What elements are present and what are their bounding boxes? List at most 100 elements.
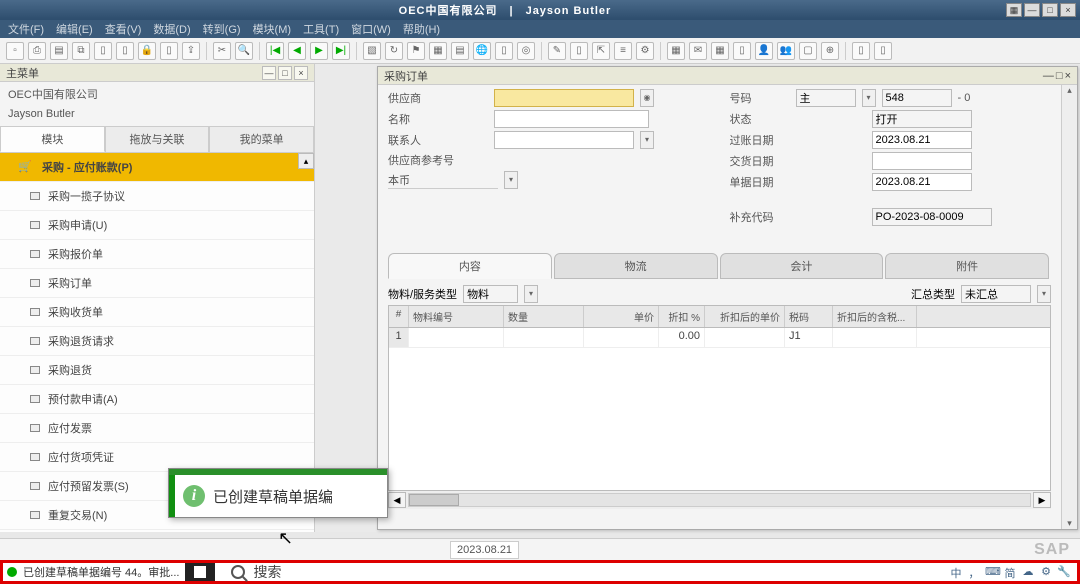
menu-goto[interactable]: 转到(G) — [199, 21, 245, 37]
tray-cloud-icon[interactable]: ☁ — [1021, 565, 1035, 579]
tb-calc-icon[interactable]: ▦ — [667, 42, 685, 60]
tree-item-downpayment-request[interactable]: 预付款申请(A) — [0, 385, 314, 414]
col-price[interactable]: 单价 — [584, 306, 659, 327]
tree-item-purchase-request[interactable]: 采购申请(U) — [0, 211, 314, 240]
contact-dropdown-icon[interactable]: ▾ — [640, 131, 654, 149]
vscroll-up-icon[interactable]: ▴ — [1067, 85, 1072, 96]
tree-item-purchase-ap[interactable]: 🛒 采购 - 应付账款(P) — [0, 153, 314, 182]
tb-preview-icon[interactable]: ▤ — [50, 42, 68, 60]
item-type-dropdown-icon[interactable]: ▾ — [524, 285, 538, 303]
tb-lock-icon[interactable]: 🔒 — [138, 42, 156, 60]
tb-user-icon[interactable]: 👤 — [755, 42, 773, 60]
tb-first-icon[interactable]: |◀ — [266, 42, 284, 60]
tab-attachments[interactable]: 附件 — [885, 253, 1049, 279]
tb-doc4-icon[interactable]: ▯ — [733, 42, 751, 60]
tb-doc2-icon[interactable]: ▯ — [116, 42, 134, 60]
currency-dropdown-icon[interactable]: ▾ — [504, 171, 518, 189]
form-max-icon[interactable]: □ — [1056, 70, 1063, 82]
tree-item-goods-return[interactable]: 采购退货 — [0, 356, 314, 385]
tb-print-icon[interactable]: ⎙ — [28, 42, 46, 60]
sum-type-select[interactable] — [961, 285, 1031, 303]
delivdate-input[interactable] — [872, 152, 972, 170]
item-type-select[interactable] — [463, 285, 518, 303]
menu-help[interactable]: 帮助(H) — [399, 21, 444, 37]
cell-discount[interactable]: 0.00 — [659, 328, 705, 347]
tab-mymenu[interactable]: 我的菜单 — [209, 126, 314, 152]
tb-panel-icon[interactable]: ▯ — [874, 42, 892, 60]
hscroll-track[interactable] — [408, 493, 1031, 507]
tb-chart-icon[interactable]: ▧ — [363, 42, 381, 60]
tb-refresh-icon[interactable]: ↻ — [385, 42, 403, 60]
tab-contents[interactable]: 内容 — [388, 253, 552, 279]
hscroll-thumb[interactable] — [409, 494, 459, 506]
name-input[interactable] — [494, 110, 649, 128]
cell-qty[interactable] — [504, 328, 584, 347]
tb-world-icon[interactable]: 🌐 — [473, 42, 491, 60]
tb-excel-icon[interactable]: ▦ — [711, 42, 729, 60]
grid-hscroll[interactable]: ◀ ▶ — [388, 491, 1051, 509]
tab-logistics[interactable]: 物流 — [554, 253, 718, 279]
hscroll-right-icon[interactable]: ▶ — [1033, 492, 1051, 508]
cell-taxcode[interactable]: J1 — [785, 328, 833, 347]
tb-next-icon[interactable]: ▶ — [310, 42, 328, 60]
panel-min-icon[interactable]: — — [262, 66, 276, 80]
tray-ime-icon[interactable]: 中 — [949, 565, 963, 579]
tab-accounting[interactable]: 会计 — [720, 253, 884, 279]
tree-item-return-request[interactable]: 采购退货请求 — [0, 327, 314, 356]
tb-export2-icon[interactable]: ⇱ — [592, 42, 610, 60]
col-qty[interactable]: 数量 — [504, 306, 584, 327]
menu-data[interactable]: 数据(D) — [149, 21, 194, 37]
tb-grid-icon[interactable]: ▤ — [451, 42, 469, 60]
tab-dragdrop[interactable]: 拖放与关联 — [105, 126, 210, 152]
tree-item-goods-receipt[interactable]: 采购收货单 — [0, 298, 314, 327]
tree-scroll-up[interactable]: ▴ — [298, 153, 314, 169]
col-rownum[interactable]: # — [389, 306, 409, 327]
form-close-icon[interactable]: × — [1065, 70, 1071, 82]
tree-item-purchase-quote[interactable]: 采购报价单 — [0, 240, 314, 269]
items-grid[interactable]: # 物料编号 数量 单价 折扣 % 折扣后的单价 税码 折扣后的含税... — [388, 305, 1051, 491]
tray-wrench-icon[interactable]: 🔧 — [1057, 565, 1071, 579]
tb-folder-icon[interactable]: ▢ — [799, 42, 817, 60]
panel-max-icon[interactable]: □ — [278, 66, 292, 80]
contact-input[interactable] — [494, 131, 634, 149]
tb-doc-icon[interactable]: ▯ — [94, 42, 112, 60]
tb-new-icon[interactable]: ▫ — [6, 42, 24, 60]
tb-copy-icon[interactable]: ⧉ — [72, 42, 90, 60]
panel-close-icon[interactable]: × — [294, 66, 308, 80]
tb-globe-icon[interactable]: ⊕ — [821, 42, 839, 60]
vendor-input[interactable] — [494, 89, 634, 107]
menu-edit[interactable]: 编辑(E) — [52, 21, 97, 37]
hscroll-left-icon[interactable]: ◀ — [388, 492, 406, 508]
tb-layout-icon[interactable]: ▦ — [429, 42, 447, 60]
tb-find-icon[interactable]: 🔍 — [235, 42, 253, 60]
docno-type[interactable] — [796, 89, 856, 107]
tree-item-ap-invoice[interactable]: 应付发票 — [0, 414, 314, 443]
docno-type-dropdown[interactable]: ▾ — [862, 89, 876, 107]
vendor-lookup-icon[interactable]: ◉ — [640, 89, 654, 107]
postdate-input[interactable] — [872, 131, 972, 149]
tb-context-icon[interactable]: ▯ — [852, 42, 870, 60]
cell-price-after[interactable] — [705, 328, 785, 347]
col-taxcode[interactable]: 税码 — [785, 306, 833, 327]
tb-mail-icon[interactable]: ✉ — [689, 42, 707, 60]
form-min-icon[interactable]: — — [1043, 70, 1054, 82]
tb-users-icon[interactable]: 👥 — [777, 42, 795, 60]
tree-item-blanket-agreement[interactable]: 采购一揽子协议 — [0, 182, 314, 211]
tb-flag-icon[interactable]: ⚑ — [407, 42, 425, 60]
tray-lang-icon[interactable]: 简 — [1003, 565, 1017, 579]
start-button[interactable] — [185, 563, 215, 581]
col-gross[interactable]: 折扣后的含税... — [833, 306, 917, 327]
col-price-after[interactable]: 折扣后的单价 — [705, 306, 785, 327]
tb-gear-icon[interactable]: ⚙ — [636, 42, 654, 60]
tb-doc3-icon[interactable]: ▯ — [160, 42, 178, 60]
tb-book-icon[interactable]: ▯ — [495, 42, 513, 60]
minimize-button[interactable]: — — [1024, 3, 1040, 17]
restore-button[interactable]: □ — [1042, 3, 1058, 17]
tb-cut-icon[interactable]: ✂ — [213, 42, 231, 60]
close-button[interactable]: × — [1060, 3, 1076, 17]
extracode-input[interactable] — [872, 208, 992, 226]
sum-type-dropdown-icon[interactable]: ▾ — [1037, 285, 1051, 303]
menu-window[interactable]: 窗口(W) — [347, 21, 395, 37]
tb-feed-icon[interactable]: ≡ — [614, 42, 632, 60]
menu-modules[interactable]: 模块(M) — [249, 21, 296, 37]
